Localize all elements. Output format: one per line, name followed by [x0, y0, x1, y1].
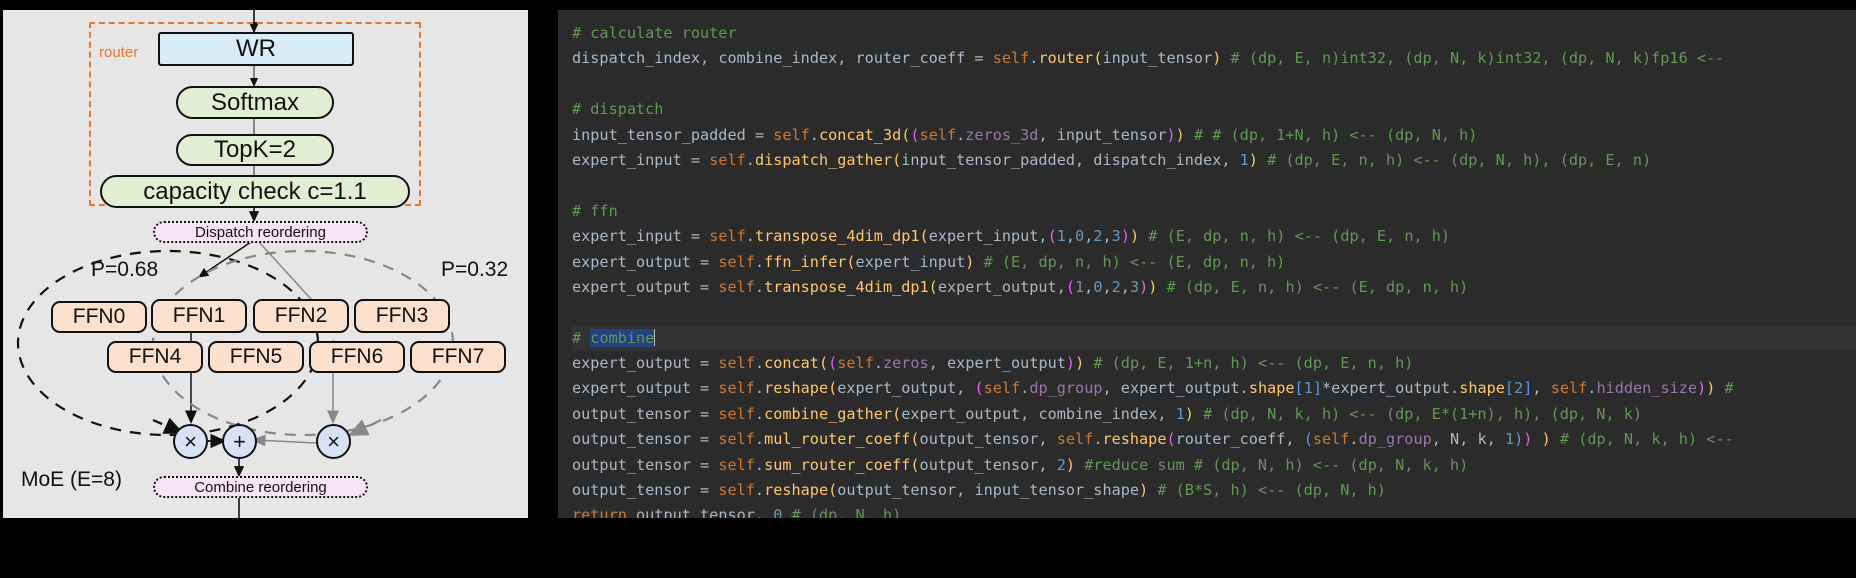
code-line[interactable]: output_tensor = self.sum_router_coeff(ou… [572, 453, 1856, 478]
code-line[interactable]: expert_input = self.dispatch_gather(inpu… [572, 148, 1856, 173]
code-line[interactable] [572, 173, 1856, 198]
screenshot-root: router WR Softmax TopK=2 capacity check … [0, 0, 1856, 578]
node-ffn6[interactable]: FFN6 [309, 341, 405, 373]
node-wr[interactable]: WR [158, 32, 354, 66]
code-line[interactable]: input_tensor_padded = self.concat_3d((se… [572, 123, 1856, 148]
node-ffn2[interactable]: FFN2 [253, 299, 349, 333]
code-line[interactable] [572, 72, 1856, 97]
node-ffn7[interactable]: FFN7 [410, 341, 506, 373]
node-ffn0[interactable]: FFN0 [51, 301, 147, 333]
op-multiply-right[interactable]: × [316, 424, 351, 459]
code-line[interactable]: # calculate router [572, 21, 1856, 46]
op-add[interactable]: + [222, 424, 257, 459]
code-line[interactable]: expert_input = self.transpose_4dim_dp1(e… [572, 224, 1856, 249]
code-line[interactable]: # ffn [572, 199, 1856, 224]
node-softmax[interactable]: Softmax [176, 86, 334, 119]
node-combine-reordering[interactable]: Combine reordering [153, 476, 368, 498]
moe-title-label: MoE (E=8) [21, 468, 122, 491]
op-multiply-left[interactable]: × [173, 424, 208, 459]
code-block[interactable]: # calculate router dispatch_index, combin… [572, 21, 1856, 518]
node-ffn4[interactable]: FFN4 [107, 341, 203, 373]
node-ffn5[interactable]: FFN5 [208, 341, 304, 373]
code-line[interactable] [572, 300, 1856, 325]
node-topk[interactable]: TopK=2 [176, 134, 334, 166]
code-line[interactable]: dispatch_index, combine_index, router_co… [572, 46, 1856, 71]
prob-left-label: P=0.68 [91, 258, 159, 281]
code-line[interactable]: expert_output = self.transpose_4dim_dp1(… [572, 275, 1856, 300]
code-editor-panel[interactable]: # calculate router dispatch_index, combin… [558, 10, 1856, 518]
code-line[interactable]: expert_output = self.reshape(expert_outp… [572, 376, 1856, 401]
code-line[interactable]: output_tensor = self.mul_router_coeff(ou… [572, 427, 1856, 452]
code-line[interactable]: expert_output = self.concat((self.zeros,… [572, 351, 1856, 376]
node-capacity-check[interactable]: capacity check c=1.1 [100, 175, 410, 208]
node-ffn1[interactable]: FFN1 [151, 299, 247, 333]
code-line[interactable]: # combine [572, 325, 1856, 352]
code-line[interactable]: expert_output = self.ffn_infer(expert_in… [572, 250, 1856, 275]
code-line[interactable]: output_tensor = self.reshape(output_tens… [572, 478, 1856, 503]
moe-diagram-panel: router WR Softmax TopK=2 capacity check … [3, 10, 528, 518]
prob-right-label: P=0.32 [441, 258, 509, 281]
code-line[interactable]: # dispatch [572, 97, 1856, 122]
node-dispatch-reordering[interactable]: Dispatch reordering [153, 221, 368, 243]
router-group-label: router [99, 44, 139, 61]
node-ffn3[interactable]: FFN3 [354, 299, 450, 333]
code-line[interactable]: output_tensor = self.combine_gather(expe… [572, 402, 1856, 427]
code-line[interactable]: return output_tensor, 0 # (dp, N, h) [572, 503, 1856, 518]
